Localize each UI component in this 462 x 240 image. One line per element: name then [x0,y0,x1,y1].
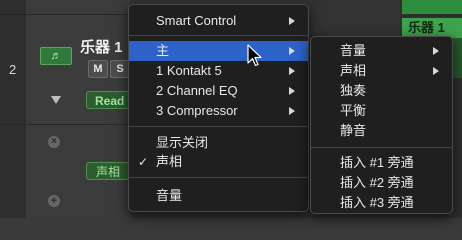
region-name[interactable]: 乐器 1 [402,18,462,38]
submenu-item-label: 静音 [340,123,367,138]
submenu-item-label: 插入 #3 旁通 [340,195,414,210]
submenu-item-label: 平衡 [340,103,367,118]
submenu-item-label: 声相 [340,63,367,78]
submenu-item-insert-2-bypass[interactable]: 插入 #2 旁通 [311,173,452,193]
menu-item-label: 3 Compressor [156,103,238,118]
submenu-item-pan[interactable]: 声相 [311,61,452,81]
mouse-pointer-icon [247,44,262,67]
chevron-right-icon [289,67,295,75]
add-lane-icon[interactable]: + [48,195,60,207]
checkmark-icon: ✓ [138,155,149,169]
submenu-item-label: 插入 #1 旁通 [340,155,414,170]
menu-separator [129,126,308,127]
menu-item-main[interactable]: 主 [129,41,308,61]
chevron-right-icon [289,87,295,95]
menu-item-smart-control[interactable]: Smart Control [129,11,308,31]
automation-parameter-button[interactable]: 声相 [86,162,130,180]
menu-item-label: 主 [156,43,170,58]
music-note-icon[interactable]: ♬ [40,47,72,65]
submenu-item-solo[interactable]: 独奏 [311,81,452,101]
menu-item-volume[interactable]: 音量 [129,186,308,206]
submenu-item-label: 插入 #2 旁通 [340,175,414,190]
submenu-item-insert-1-bypass[interactable]: 插入 #1 旁通 [311,153,452,173]
menu-item-label: 1 Kontakt 5 [156,63,222,78]
disclosure-triangle-icon[interactable] [51,96,61,104]
track-number-column [0,0,27,218]
submenu-item-mute[interactable]: 静音 [311,121,452,141]
menu-item-label: 音量 [156,188,183,203]
row-divider [0,124,130,125]
chevron-right-icon [289,47,295,55]
chevron-right-icon [289,17,295,25]
automation-mode-button[interactable]: Read [86,91,130,109]
menu-item-label: Smart Control [156,13,237,28]
submenu-item-volume[interactable]: 音量 [311,41,452,61]
remove-lane-icon[interactable]: × [48,136,60,148]
submenu-item-label: 音量 [340,43,367,58]
menu-item-show-off[interactable]: 显示关闭 [129,133,308,153]
menu-separator [129,35,308,36]
chevron-right-icon [289,107,295,115]
menu-separator [311,147,452,148]
menu-item-label: 显示关闭 [156,135,209,150]
menu-item-label: 2 Channel EQ [156,83,238,98]
menu-item-pan[interactable]: ✓ 声相 [129,152,308,172]
chevron-right-icon [433,67,439,75]
menu-separator [129,177,308,178]
submenu-item-balance[interactable]: 平衡 [311,101,452,121]
submenu-item-insert-3-bypass[interactable]: 插入 #3 旁通 [311,193,452,213]
mute-button[interactable]: M [88,60,108,78]
menu-item-channel-eq[interactable]: 2 Channel EQ [129,81,308,101]
context-menu: Smart Control 主 1 Kontakt 5 2 Channel EQ… [128,4,309,212]
track-number: 2 [9,62,17,77]
menu-item-compressor[interactable]: 3 Compressor [129,101,308,121]
chevron-right-icon [433,47,439,55]
menu-item-label: 声相 [156,154,183,169]
row-divider [0,14,130,15]
solo-button[interactable]: S [110,60,130,78]
track-name[interactable]: 乐器 1 [80,36,123,57]
submenu-item-label: 独奏 [340,83,367,98]
submenu: 音量 声相 独奏 平衡 静音 插入 #1 旁通 插入 #2 旁通 插入 #3 旁… [310,36,453,214]
menu-item-kontakt[interactable]: 1 Kontakt 5 [129,61,308,81]
region-strip[interactable] [402,0,462,14]
